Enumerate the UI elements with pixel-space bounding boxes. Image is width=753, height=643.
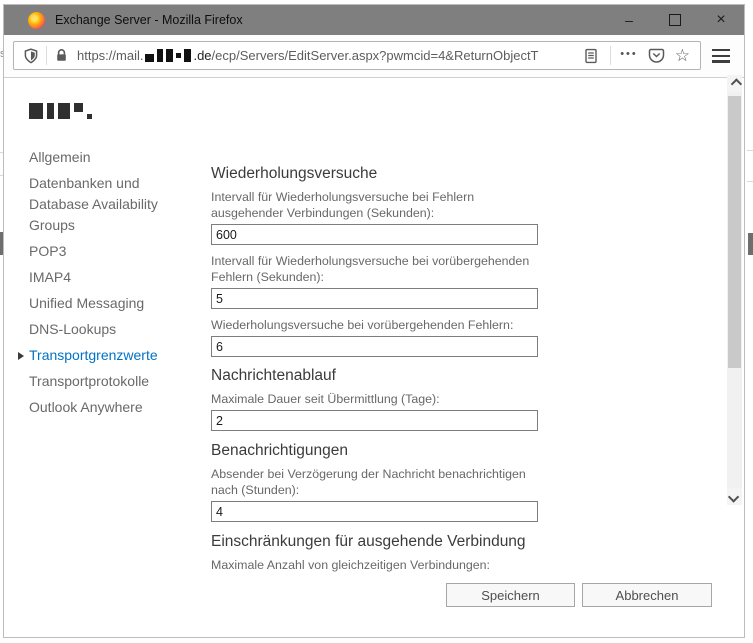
nav-item-allgemein[interactable]: Allgemein (29, 147, 189, 168)
screenshot: s Exchange Server - Mozilla Firefox – × (0, 0, 753, 643)
retry-interval-outbound-input[interactable] (211, 224, 538, 245)
pocket-icon[interactable] (648, 47, 665, 64)
form-field: Intervall für Wiederholungsversuche bei … (211, 189, 538, 245)
background-scrollbar-thumb (748, 233, 753, 255)
scroll-up-button[interactable] (727, 75, 742, 92)
scrollbar-thumb[interactable] (728, 96, 741, 368)
save-button[interactable]: Speichern (446, 583, 575, 607)
window-titlebar[interactable]: Exchange Server - Mozilla Firefox – × (4, 5, 744, 35)
close-button[interactable]: × (698, 5, 744, 35)
nav-item-imap4[interactable]: IMAP4 (29, 267, 189, 288)
nav-item-label: Datenbanken und Database Availability Gr… (29, 175, 158, 233)
menu-hamburger-icon[interactable] (712, 49, 730, 63)
maximize-button[interactable] (652, 5, 698, 35)
scroll-down-button[interactable] (727, 488, 742, 505)
transient-retry-count-input[interactable] (211, 336, 538, 357)
nav-item-outlook-anywhere[interactable]: Outlook Anywhere (29, 397, 189, 418)
nav-item-label: POP3 (29, 243, 66, 259)
field-label: Wiederholungsversuche bei vorübergehende… (211, 317, 538, 333)
nav-item-datenbanken[interactable]: Datenbanken und Database Availability Gr… (29, 173, 189, 236)
field-label: Intervall für Wiederholungsversuche bei … (211, 253, 538, 285)
url-path: /ecp/Servers/EditServer.aspx?pwmcid=4&Re… (212, 48, 539, 63)
bookmark-star-icon[interactable]: ☆ (675, 47, 690, 64)
section-heading: Nachrichtenablauf (211, 367, 538, 385)
lock-icon[interactable] (54, 48, 69, 63)
url-protocol: https://mail. (77, 48, 143, 63)
message-expiration-days-input[interactable] (211, 410, 538, 431)
ecp-page: Allgemein Datenbanken und Database Avail… (4, 78, 744, 578)
reader-mode-icon[interactable] (583, 48, 599, 64)
urlbar-separator (610, 46, 611, 65)
section-benachrichtigungen: Benachrichtigungen Absender bei Verzöger… (211, 442, 538, 530)
nav-item-unified-messaging[interactable]: Unified Messaging (29, 293, 189, 314)
form-field: Maximale Dauer seit Übermittlung (Tage): (211, 391, 538, 431)
field-label: Intervall für Wiederholungsversuche bei … (211, 189, 538, 221)
cancel-button[interactable]: Abbrechen (582, 583, 712, 607)
maximize-icon (669, 14, 681, 26)
selected-item-marker-icon (18, 352, 24, 360)
window-controls: – × (606, 5, 744, 35)
nav-item-label: IMAP4 (29, 269, 71, 285)
redacted-url-host (145, 49, 191, 62)
section-heading: Benachrichtigungen (211, 442, 538, 460)
section-wiederholungsversuche: Wiederholungsversuche Intervall für Wied… (211, 165, 538, 365)
urlbar-separator (46, 46, 47, 65)
edge-artifact-line (747, 150, 753, 151)
form-field: Intervall für Wiederholungsversuche bei … (211, 253, 538, 309)
content-scrollbar[interactable] (727, 75, 742, 505)
page-actions-icon[interactable]: ••• (620, 48, 638, 60)
redacted-server-name (29, 103, 92, 121)
nav-item-transportgrenzwerte[interactable]: Transportgrenzwerte (29, 345, 189, 366)
nav-item-dns-lookups[interactable]: DNS-Lookups (29, 319, 189, 340)
nav-item-label: Transportprotokolle (29, 373, 149, 389)
retry-interval-transient-input[interactable] (211, 288, 538, 309)
form-field: Maximale Anzahl von gleichzeitigen Verbi… (211, 557, 538, 573)
edge-artifact-line (747, 181, 753, 182)
nav-item-label: Outlook Anywhere (29, 399, 143, 415)
section-heading: Wiederholungsversuche (211, 165, 538, 183)
tracking-protection-shield-icon[interactable] (23, 48, 39, 64)
chevron-down-icon (727, 491, 738, 502)
form-field: Absender bei Verzögerung der Nachricht b… (211, 466, 538, 522)
nav-item-label: Transportgrenzwerte (29, 347, 158, 363)
url-domain: .de (193, 48, 211, 63)
url-bar[interactable]: https://mail. .de /ecp/Servers/EditServe… (13, 41, 701, 70)
nav-item-label: DNS-Lookups (29, 321, 116, 337)
firefox-window: Exchange Server - Mozilla Firefox – × (3, 4, 745, 638)
nav-item-label: Allgemein (29, 149, 90, 165)
section-heading: Einschränkungen für ausgehende Verbindun… (211, 533, 538, 551)
delay-notification-hours-input[interactable] (211, 501, 538, 522)
section-nachrichtenablauf: Nachrichtenablauf Maximale Dauer seit Üb… (211, 367, 538, 439)
section-einschraenkungen: Einschränkungen für ausgehende Verbindun… (211, 533, 538, 576)
field-label: Maximale Anzahl von gleichzeitigen Verbi… (211, 557, 538, 573)
url-text[interactable]: https://mail. .de /ecp/Servers/EditServe… (77, 48, 579, 63)
settings-nav: Allgemein Datenbanken und Database Avail… (29, 147, 189, 423)
browser-toolbar: https://mail. .de /ecp/Servers/EditServe… (4, 35, 744, 78)
nav-item-transportprotokolle[interactable]: Transportprotokolle (29, 371, 189, 392)
nav-item-pop3[interactable]: POP3 (29, 241, 189, 262)
firefox-icon (28, 12, 45, 29)
field-label: Maximale Dauer seit Übermittlung (Tage): (211, 391, 538, 407)
nav-item-label: Unified Messaging (29, 295, 144, 311)
form-field: Wiederholungsversuche bei vorübergehende… (211, 317, 538, 357)
minimize-button[interactable]: – (606, 5, 652, 39)
field-label: Absender bei Verzögerung der Nachricht b… (211, 466, 538, 498)
chevron-up-icon (730, 78, 741, 89)
window-title: Exchange Server - Mozilla Firefox (55, 13, 243, 27)
